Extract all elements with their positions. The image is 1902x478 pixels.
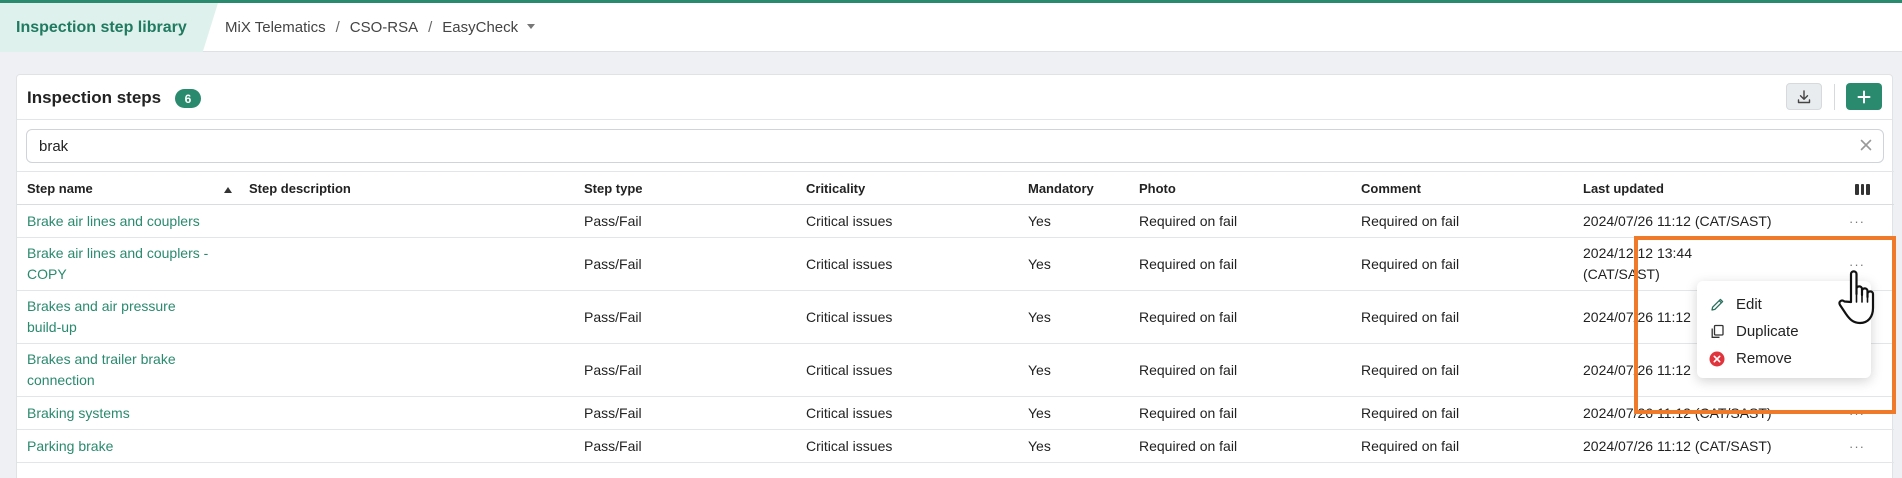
clear-icon[interactable] <box>1859 138 1873 152</box>
card-title: Inspection steps <box>27 88 162 107</box>
columns-icon[interactable] <box>1855 184 1871 195</box>
step-type: Pass/Fail <box>584 309 642 325</box>
comment: Required on fail <box>1361 438 1460 454</box>
mandatory: Yes <box>1028 405 1051 421</box>
mandatory: Yes <box>1028 362 1051 378</box>
column-header-criticality[interactable]: Criticality <box>806 181 865 196</box>
comment: Required on fail <box>1361 256 1460 272</box>
card-header: Inspection steps 6 <box>17 75 1892 120</box>
step-type: Pass/Fail <box>584 438 642 454</box>
top-bar: Inspection step library MiX Telematics /… <box>0 0 1902 52</box>
table-row[interactable]: Brakes and trailer brake connection Pass… <box>17 344 1894 397</box>
download-button[interactable] <box>1786 83 1822 110</box>
column-header-step-name[interactable]: Step name <box>27 181 93 196</box>
photo: Required on fail <box>1139 256 1238 272</box>
app-title-tab[interactable]: Inspection step library <box>0 3 218 52</box>
step-name-link[interactable]: Brake air lines and couplers - COPY <box>27 238 227 290</box>
comment: Required on fail <box>1361 309 1460 325</box>
step-name-link[interactable]: Parking brake <box>27 430 113 462</box>
step-name-link[interactable]: Braking systems <box>27 397 130 429</box>
table-row[interactable]: Parking brake Pass/Fail Critical issues … <box>17 430 1894 463</box>
search-field[interactable] <box>26 129 1884 163</box>
table-row[interactable]: Braking systems Pass/Fail Critical issue… <box>17 397 1894 430</box>
count-badge: 6 <box>175 89 201 108</box>
chevron-down-icon[interactable] <box>527 24 536 29</box>
breadcrumb-item-region[interactable]: CSO-RSA <box>350 19 418 36</box>
table-row[interactable]: Brakes and air pressure build-up Pass/Fa… <box>17 291 1894 344</box>
breadcrumb-separator: / <box>335 19 340 36</box>
criticality: Critical issues <box>806 213 893 229</box>
criticality: Critical issues <box>806 405 893 421</box>
divider <box>1834 84 1835 110</box>
step-type: Pass/Fail <box>584 405 642 421</box>
step-name-link[interactable]: Brakes and air pressure build-up <box>27 291 202 343</box>
step-name-link[interactable]: Brakes and trailer brake connection <box>27 344 202 396</box>
mandatory: Yes <box>1028 309 1051 325</box>
breadcrumb: MiX Telematics / CSO-RSA / EasyCheck <box>225 3 536 52</box>
comment: Required on fail <box>1361 213 1460 229</box>
table-row[interactable]: Brake air lines and couplers Pass/Fail C… <box>17 205 1894 238</box>
photo: Required on fail <box>1139 309 1238 325</box>
photo: Required on fail <box>1139 362 1238 378</box>
download-icon <box>1797 89 1811 103</box>
hand-cursor-icon <box>1838 270 1875 325</box>
breadcrumb-separator: / <box>428 19 433 36</box>
plus-icon <box>1857 90 1871 103</box>
comment: Required on fail <box>1361 405 1460 421</box>
table-header: Step name Step description Step type Cri… <box>17 171 1894 205</box>
breadcrumb-item-org[interactable]: MiX Telematics <box>225 19 326 36</box>
step-name-link[interactable]: Brake air lines and couplers <box>27 205 200 237</box>
mandatory: Yes <box>1028 438 1051 454</box>
search-input[interactable] <box>27 130 1827 162</box>
column-header-comment[interactable]: Comment <box>1361 181 1421 196</box>
criticality: Critical issues <box>806 438 893 454</box>
criticality: Critical issues <box>806 309 893 325</box>
last-updated: 2024/07/26 11:12 (CAT/SAST) <box>1583 438 1772 454</box>
photo: Required on fail <box>1139 438 1238 454</box>
inspection-steps-card: Inspection steps 6 Step name Step descri… <box>16 74 1894 478</box>
step-type: Pass/Fail <box>584 362 642 378</box>
breadcrumb-item-site[interactable]: EasyCheck <box>442 19 518 36</box>
photo: Required on fail <box>1139 213 1238 229</box>
more-icon[interactable]: ··· <box>1849 430 1865 462</box>
step-type: Pass/Fail <box>584 213 642 229</box>
photo: Required on fail <box>1139 405 1238 421</box>
add-step-button[interactable] <box>1846 83 1882 110</box>
comment: Required on fail <box>1361 362 1460 378</box>
mandatory: Yes <box>1028 213 1051 229</box>
sort-ascending-icon[interactable] <box>224 187 232 193</box>
more-icon[interactable]: ··· <box>1849 205 1865 237</box>
app-title: Inspection step library <box>16 18 187 36</box>
step-type: Pass/Fail <box>584 256 642 272</box>
column-header-photo[interactable]: Photo <box>1139 181 1176 196</box>
column-header-mandatory[interactable]: Mandatory <box>1028 181 1094 196</box>
column-header-step-type[interactable]: Step type <box>584 181 643 196</box>
criticality: Critical issues <box>806 256 893 272</box>
last-updated: 2024/07/26 11:12 (CAT/SAST) <box>1583 213 1772 229</box>
column-header-step-description[interactable]: Step description <box>249 181 351 196</box>
mandatory: Yes <box>1028 256 1051 272</box>
column-header-last-updated[interactable]: Last updated <box>1583 181 1664 196</box>
criticality: Critical issues <box>806 362 893 378</box>
table-row[interactable]: Brake air lines and couplers - COPY Pass… <box>17 238 1894 291</box>
